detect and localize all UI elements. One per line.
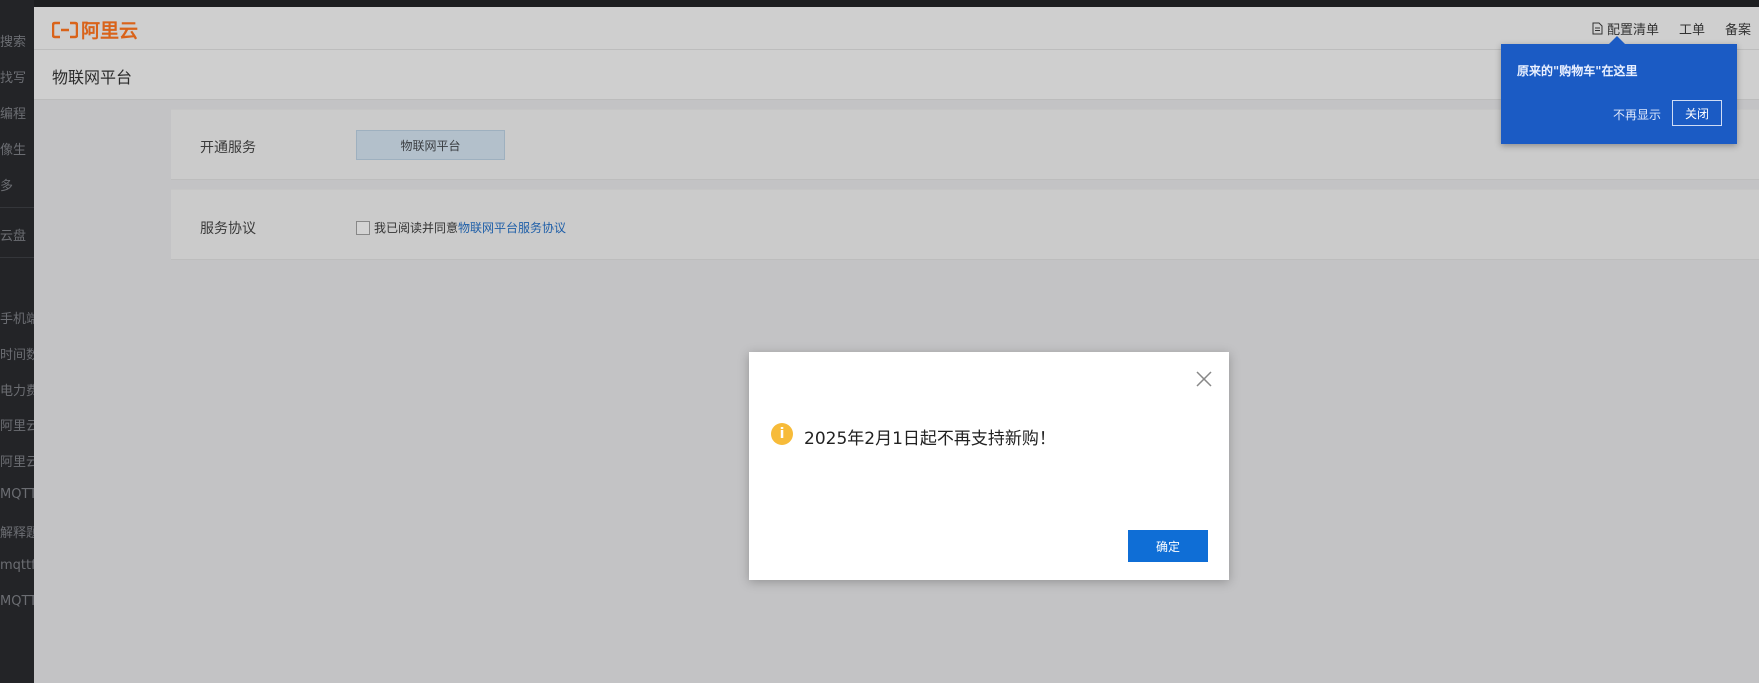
side-fragment[interactable]: MQTT: [0, 594, 34, 609]
side-fragment[interactable]: 解释题: [0, 522, 34, 541]
side-fragment[interactable]: 电力费: [0, 380, 34, 399]
side-fragment[interactable]: 搜索: [0, 31, 26, 50]
agreement-row: 我已阅读并同意 物联网平台服务协议: [356, 219, 566, 236]
side-divider: [0, 257, 34, 258]
nav-ticket[interactable]: 工单: [1679, 19, 1705, 38]
notice-dialog: i 2025年2月1日起不再支持新购！ 确定: [749, 352, 1229, 580]
side-fragment[interactable]: 阿里云: [0, 415, 34, 434]
logo-text: 阿里云: [81, 20, 139, 42]
agreement-text: 我已阅读并同意: [374, 221, 459, 235]
aliyun-logo[interactable]: 阿里云: [52, 16, 138, 43]
side-fragment[interactable]: 像生: [0, 139, 26, 158]
browser-side-panel: 搜索 找写 编程 像生 多 云盘 手机端 时间数 电力费 阿里云 阿里云 MQT…: [0, 0, 34, 683]
nav-ticket-label: 工单: [1678, 22, 1705, 38]
service-option-button[interactable]: 物联网平台: [356, 130, 505, 160]
agreement-label: 服务协议: [200, 221, 256, 237]
dialog-message: 2025年2月1日起不再支持新购！: [804, 429, 1056, 449]
side-fragment[interactable]: 时间数: [0, 344, 34, 363]
agreement-card: 服务协议 我已阅读并同意 物联网平台服务协议: [171, 189, 1759, 260]
side-fragment[interactable]: 手机端: [0, 308, 34, 327]
side-fragment[interactable]: MQTT: [0, 487, 34, 502]
tooltip-message: 原来的"购物车"在这里: [1517, 64, 1638, 78]
side-fragment[interactable]: 编程: [0, 103, 26, 122]
nav-icp-filing[interactable]: 备案: [1725, 19, 1751, 38]
tooltip-dont-show-again[interactable]: 不再显示: [1613, 106, 1661, 123]
page-title: 物联网平台: [52, 68, 133, 87]
document-icon: [1592, 22, 1603, 34]
nav-config-list[interactable]: 配置清单: [1592, 19, 1659, 38]
cart-location-tooltip: 原来的"购物车"在这里 不再显示 关闭: [1501, 36, 1737, 144]
close-icon[interactable]: [1193, 368, 1215, 390]
side-fragment[interactable]: mqttf: [0, 558, 34, 573]
ok-button[interactable]: 确定: [1128, 530, 1208, 562]
nav-icp-filing-label: 备案: [1724, 22, 1751, 38]
service-label: 开通服务: [200, 140, 256, 156]
agreement-link[interactable]: 物联网平台服务协议: [458, 219, 566, 236]
side-fragment[interactable]: 阿里云: [0, 451, 34, 470]
side-fragment[interactable]: 云盘: [0, 225, 26, 244]
nav-config-list-label: 配置清单: [1606, 22, 1659, 38]
side-fragment[interactable]: 找写: [0, 67, 26, 86]
agreement-checkbox[interactable]: [356, 220, 370, 235]
side-divider: [0, 207, 34, 208]
side-fragment[interactable]: 多: [0, 175, 13, 194]
warning-icon: i: [771, 423, 793, 445]
logo-bracket-icon: [52, 21, 78, 38]
tooltip-close-button[interactable]: 关闭: [1672, 100, 1722, 126]
